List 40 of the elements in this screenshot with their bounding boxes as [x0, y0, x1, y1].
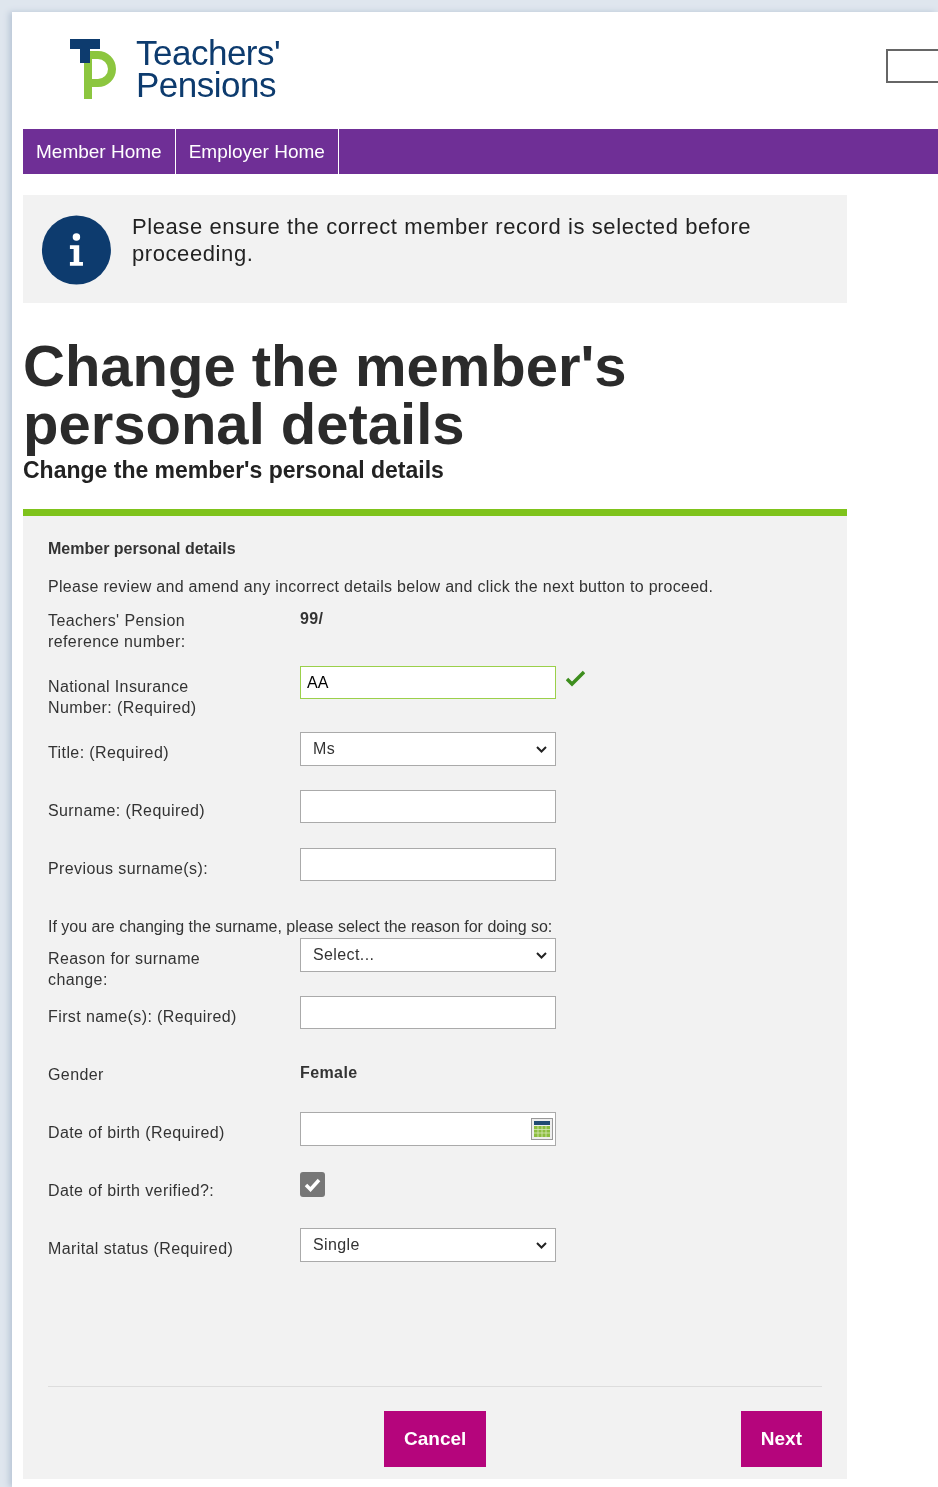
check-icon — [566, 670, 585, 687]
field-value: 99/ — [300, 610, 325, 628]
dropdown[interactable]: Ms — [300, 732, 556, 766]
field-label: Teachers' Pension reference number: — [48, 611, 187, 652]
field-label: Date of birth (Required) — [48, 1123, 226, 1143]
notice-text: Please ensure the correct member record is selected before proceeding. — [131, 213, 753, 267]
info-icon — [41, 213, 112, 287]
input-field[interactable]: AA — [300, 666, 556, 699]
dropdown[interactable]: Select... — [300, 938, 556, 972]
field-label: First name(s): (Required) — [48, 1007, 238, 1027]
field-label: Reason for surname change: — [48, 949, 202, 990]
chevron-down-icon — [536, 745, 547, 753]
action-button[interactable]: Cancel — [384, 1411, 487, 1467]
chevron-down-icon — [536, 951, 547, 959]
input-field[interactable] — [300, 790, 556, 823]
field-label: Marital status (Required) — [48, 1239, 235, 1259]
field-label: Previous surname(s): — [48, 859, 210, 879]
field-value: Female — [300, 1064, 359, 1082]
field-label: Title: (Required) — [48, 743, 170, 763]
date-field[interactable] — [300, 1112, 556, 1146]
field-label: Date of birth verified?: — [48, 1181, 216, 1201]
input-field[interactable] — [300, 996, 556, 1029]
intro-text: Please review and amend any incorrect details below and click the next button to proceed. — [48, 578, 715, 596]
nav-link[interactable]: Employer Home — [175, 129, 339, 174]
instruction-text: If you are changing the surname, please select the reason for doing so: — [48, 918, 554, 936]
field-label: Gender — [48, 1065, 105, 1085]
chevron-down-icon — [536, 1241, 547, 1249]
input-field[interactable] — [300, 848, 556, 881]
nav-link[interactable]: Member Home — [23, 129, 176, 174]
logo-text: Teachers' — [136, 36, 281, 69]
action-button[interactable]: Next — [740, 1411, 822, 1467]
section-title: Member personal details — [48, 540, 237, 558]
logo-text: Pensions — [136, 68, 276, 101]
calendar-icon[interactable] — [531, 1118, 553, 1140]
dropdown[interactable]: Single — [300, 1228, 556, 1262]
input-field[interactable] — [886, 48, 938, 83]
field-label: Surname: (Required) — [48, 801, 206, 821]
page-subtitle: Change the member's personal details — [23, 457, 445, 484]
checkbox[interactable] — [300, 1172, 325, 1197]
field-label: National Insurance Number: (Required) — [48, 677, 198, 718]
